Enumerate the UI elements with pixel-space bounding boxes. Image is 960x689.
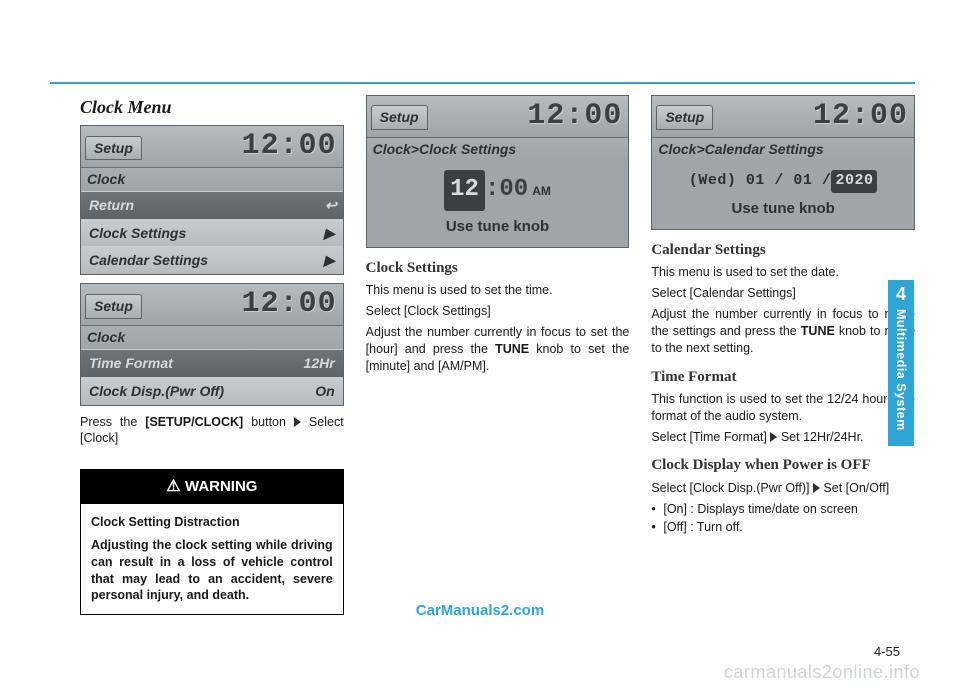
body-text: This menu is used to set the time. <box>366 282 630 299</box>
chapter-tab: 4 Multimedia System <box>888 280 914 446</box>
use-tune-label: Use tune knob <box>658 199 908 219</box>
menu-row-calendar-settings: Calendar Settings ▶ <box>81 246 343 274</box>
column-1: Clock Menu Setup 12:00 Clock Return ↩ Cl… <box>80 95 344 615</box>
body-text: This function is used to set the 12/24 h… <box>651 391 915 425</box>
warning-body: Clock Setting Distraction Adjusting the … <box>81 504 343 614</box>
screen-breadcrumb: Clock>Clock Settings <box>367 138 629 161</box>
warning-subtitle: Clock Setting Distraction <box>91 514 333 531</box>
warning-header: WARNING <box>81 470 343 504</box>
screen-calendar-settings: Setup 12:00 Clock>Calendar Settings (Wed… <box>651 95 915 230</box>
body-text: Select [Clock Disp.(Pwr Off)] Set [On/Of… <box>651 480 915 497</box>
menu-row-time-format: Time Format 12Hr <box>81 349 343 377</box>
heading-clock-display-off: Clock Display when Power is OFF <box>651 455 915 475</box>
chevron-right-icon: ▶ <box>324 224 335 243</box>
screen-breadcrumb: Clock <box>81 326 343 349</box>
chapter-number: 4 <box>888 284 914 305</box>
screen-clock: 12:00 <box>242 284 337 325</box>
heading-calendar-settings: Calendar Settings <box>651 240 915 260</box>
warning-text: Adjusting the clock setting while drivin… <box>91 538 333 603</box>
column-2: Setup 12:00 Clock>Clock Settings 12:00AM… <box>366 95 630 615</box>
screen-clock-menu-bottom: Setup 12:00 Clock Time Format 12Hr Clock… <box>80 283 344 405</box>
screen-tab: Setup <box>85 136 142 161</box>
menu-row-return: Return ↩ <box>81 191 343 219</box>
footer-link[interactable]: CarManuals2.com <box>0 602 960 619</box>
return-icon: ↩ <box>325 196 335 215</box>
body-text: Adjust the number currently in focus to … <box>366 324 630 375</box>
body-text: This menu is used to set the date. <box>651 264 915 281</box>
chevron-right-icon: ▶ <box>324 251 335 270</box>
screen-tab: Setup <box>371 105 428 130</box>
screen-clock-settings: Setup 12:00 Clock>Clock Settings 12:00AM… <box>366 95 630 248</box>
list-item: [On] : Displays time/date on screen <box>651 501 915 518</box>
list-item: [Off] : Turn off. <box>651 519 915 536</box>
menu-row-clock-settings: Clock Settings ▶ <box>81 219 343 247</box>
screen-breadcrumb: Clock>Calendar Settings <box>652 138 914 161</box>
column-3: Setup 12:00 Clock>Calendar Settings (Wed… <box>651 95 915 615</box>
body-text: Select [Clock Settings] <box>366 303 630 320</box>
warning-box: WARNING Clock Setting Distraction Adjust… <box>80 469 344 615</box>
heading-clock-settings: Clock Settings <box>366 258 630 278</box>
bullet-list: [On] : Displays time/date on screen [Off… <box>651 501 915 537</box>
ampm-value: AM <box>532 184 551 198</box>
menu-row-clock-disp: Clock Disp.(Pwr Off) On <box>81 377 343 405</box>
heading-time-format: Time Format <box>651 367 915 387</box>
watermark: carmanuals2online.info <box>724 662 920 683</box>
screen-clock: 12:00 <box>813 96 908 137</box>
instruction-text: Press the [SETUP/CLOCK] button Select [C… <box>80 414 344 448</box>
chapter-label: Multimedia System <box>894 309 908 431</box>
header-rule <box>50 82 915 84</box>
year-selected: 2020 <box>831 170 877 192</box>
page-number: 4-55 <box>874 644 900 659</box>
use-tune-label: Use tune knob <box>373 217 623 237</box>
screen-clock-menu-top: Setup 12:00 Clock Return ↩ Clock Setting… <box>80 125 344 275</box>
minute-value: 00 <box>499 174 528 206</box>
screen-clock: 12:00 <box>527 96 622 137</box>
section-title: Clock Menu <box>80 95 344 119</box>
body-text: Adjust the number currently in focus to … <box>651 306 915 357</box>
body-text: Select [Time Format] Set 12Hr/24Hr. <box>651 429 915 446</box>
body-text: Select [Calendar Settings] <box>651 285 915 302</box>
screen-clock: 12:00 <box>242 126 337 167</box>
hour-selected: 12 <box>444 170 485 210</box>
screen-tab: Setup <box>656 105 713 130</box>
screen-breadcrumb: Clock <box>81 168 343 191</box>
date-prefix: (Wed) 01 / 01 / <box>689 172 832 189</box>
screen-tab: Setup <box>85 294 142 319</box>
